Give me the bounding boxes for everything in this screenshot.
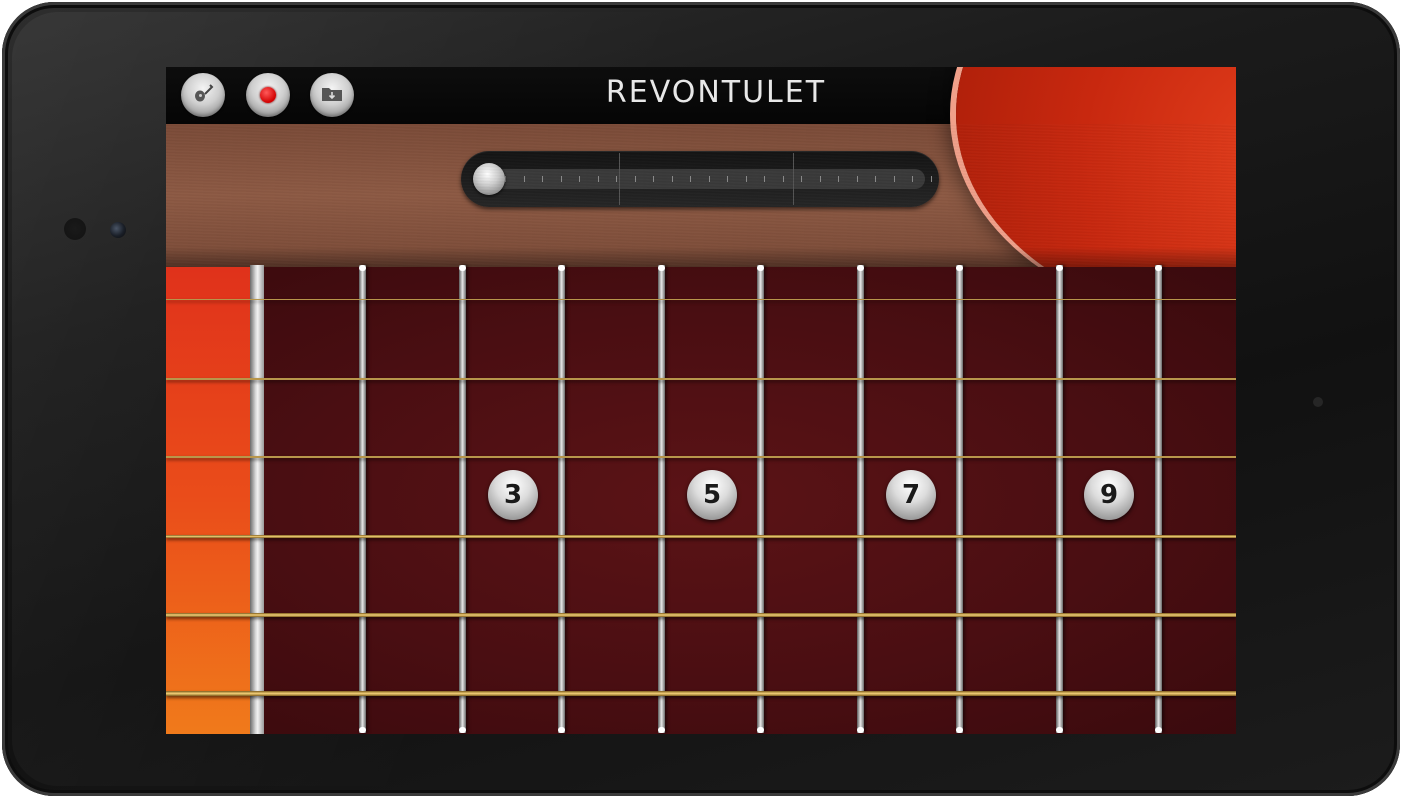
guitar-instrument-button[interactable] bbox=[181, 73, 225, 117]
fret-wire bbox=[1155, 265, 1162, 733]
slider-tick bbox=[856, 176, 858, 182]
slider-tick bbox=[727, 176, 728, 182]
fret-wire bbox=[657, 265, 665, 733]
slider-tick bbox=[708, 176, 710, 182]
slider-section-divider bbox=[793, 153, 794, 205]
slider-tick bbox=[690, 176, 691, 182]
record-button[interactable] bbox=[246, 73, 290, 117]
slider-tick bbox=[653, 176, 654, 182]
guitar-headstock-edge bbox=[166, 267, 250, 734]
fret-wire bbox=[359, 265, 366, 733]
fret-marker-5: 5 bbox=[687, 470, 737, 520]
fret-wire bbox=[458, 265, 466, 733]
slider-tick bbox=[579, 176, 580, 182]
slider-tick bbox=[597, 176, 599, 182]
fret-marker-9: 9 bbox=[1084, 470, 1134, 520]
fret-marker-3: 3 bbox=[488, 470, 538, 520]
slider-knob[interactable] bbox=[473, 163, 505, 195]
fret-wire bbox=[1055, 265, 1063, 733]
slider-tick bbox=[542, 176, 543, 182]
slider-tick bbox=[616, 176, 617, 182]
side-sensor bbox=[1313, 397, 1323, 407]
app-title: REVONTULET bbox=[605, 75, 827, 110]
fret-marker-7: 7 bbox=[886, 470, 936, 520]
fret-wire bbox=[856, 265, 864, 733]
slider-tick bbox=[745, 176, 747, 182]
slider-tick bbox=[523, 176, 525, 182]
slider-tick bbox=[875, 176, 876, 182]
slider-track bbox=[475, 169, 932, 189]
fret-wire bbox=[757, 265, 764, 733]
app-screen: REVONTULET 3 5 7 9 bbox=[166, 67, 1236, 734]
fret-wire bbox=[956, 265, 963, 733]
slider-section-divider bbox=[619, 153, 620, 205]
guitar-string[interactable] bbox=[166, 535, 1236, 538]
slider-tick bbox=[893, 176, 895, 182]
record-icon bbox=[260, 87, 276, 103]
slider-tick bbox=[764, 176, 765, 182]
slider-tick bbox=[930, 176, 932, 182]
guitar-string[interactable] bbox=[166, 613, 1236, 617]
body-shadow bbox=[166, 247, 1236, 267]
fretboard-position-slider[interactable] bbox=[461, 151, 939, 207]
slider-tick bbox=[505, 176, 506, 182]
guitar-string[interactable] bbox=[166, 456, 1236, 458]
slider-tick bbox=[912, 176, 913, 182]
slider-tick bbox=[782, 176, 784, 182]
light-sensor bbox=[64, 218, 86, 240]
open-folder-button[interactable] bbox=[310, 73, 354, 117]
slider-tick bbox=[838, 176, 839, 182]
guitar-nut bbox=[250, 265, 264, 734]
folder-icon bbox=[320, 82, 344, 108]
guitar-icon bbox=[192, 82, 214, 108]
guitar-string[interactable] bbox=[166, 299, 1236, 300]
slider-tick bbox=[801, 176, 802, 182]
guitar-string[interactable] bbox=[166, 378, 1236, 380]
slider-tick bbox=[634, 176, 636, 182]
slider-tick bbox=[560, 176, 562, 182]
guitar-body bbox=[166, 67, 1236, 324]
guitar-string[interactable] bbox=[166, 691, 1236, 696]
front-camera bbox=[110, 222, 126, 238]
slider-tick bbox=[671, 176, 673, 182]
slider-tick bbox=[819, 176, 821, 182]
fret-wire bbox=[558, 265, 565, 733]
